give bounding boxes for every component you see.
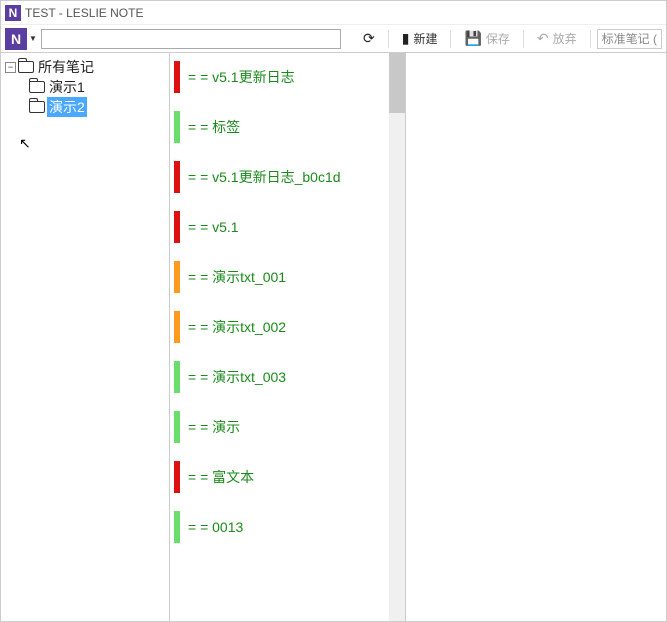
list-item[interactable]: = = 标签 xyxy=(174,111,401,143)
separator xyxy=(450,30,451,48)
color-bar xyxy=(174,361,180,393)
list-item-title: = = v5.1更新日志 xyxy=(188,67,295,87)
cursor-icon: ↖ xyxy=(19,135,31,152)
save-button[interactable]: 💾 保存 xyxy=(457,28,516,50)
list-item-title: = = v5.1 xyxy=(188,219,239,235)
folder-open-icon xyxy=(29,101,45,113)
refresh-button[interactable]: ⟳ xyxy=(356,28,382,50)
undo-icon: ↶ xyxy=(537,30,549,47)
color-bar xyxy=(174,211,180,243)
list-item-title: = = 演示 xyxy=(188,417,240,437)
tree-item-0[interactable]: 演示1 xyxy=(5,77,165,97)
scroll-thumb[interactable] xyxy=(389,53,405,113)
tree-root[interactable]: − 所有笔记 xyxy=(5,57,165,77)
color-bar xyxy=(174,311,180,343)
note-list: = = v5.1更新日志 = = 标签 = = v5.1更新日志_b0c1d = = … xyxy=(170,53,406,621)
tree-item-label: 演示2 xyxy=(47,97,87,117)
list-item-title: = = 演示txt_001 xyxy=(188,267,286,287)
folder-icon xyxy=(18,61,34,73)
toolbar: N▼ ⟳ ▮ 新建 💾 保存 ↶ 放弃 标准笔记 ( xyxy=(1,25,666,53)
color-bar xyxy=(174,161,180,193)
logo-dropdown-icon[interactable]: ▼ xyxy=(29,34,37,43)
list-item-title: = = 富文本 xyxy=(188,467,254,487)
list-item[interactable]: = = 演示 xyxy=(174,411,401,443)
tree-item-label: 演示1 xyxy=(47,77,87,97)
color-bar xyxy=(174,111,180,143)
list-item[interactable]: = = 演示txt_002 xyxy=(174,311,401,343)
refresh-icon: ⟳ xyxy=(363,30,375,47)
titlebar: N TEST - LESLIE NOTE xyxy=(1,1,666,25)
scrollbar[interactable] xyxy=(389,53,405,621)
color-bar xyxy=(174,411,180,443)
separator xyxy=(388,30,389,48)
new-button[interactable]: ▮ 新建 xyxy=(395,28,445,50)
list-item[interactable]: = = v5.1更新日志 xyxy=(174,61,401,93)
window-title: TEST - LESLIE NOTE xyxy=(25,6,143,20)
list-item[interactable]: = = v5.1更新日志_b0c1d xyxy=(174,161,401,193)
collapse-icon[interactable]: − xyxy=(5,62,16,73)
new-label: 新建 xyxy=(413,30,437,47)
list-item[interactable]: = = 演示txt_003 xyxy=(174,361,401,393)
app-icon: N xyxy=(5,5,21,21)
list-item-title: = = 标签 xyxy=(188,117,240,137)
list-item-title: = = 演示txt_003 xyxy=(188,367,286,387)
color-bar xyxy=(174,261,180,293)
list-item-title: = = 演示txt_002 xyxy=(188,317,286,337)
editor[interactable] xyxy=(406,53,666,621)
list-item-title: = = 0013 xyxy=(188,519,243,535)
color-bar xyxy=(174,511,180,543)
list-item[interactable]: = = v5.1 xyxy=(174,211,401,243)
search-input[interactable] xyxy=(41,29,341,49)
color-bar xyxy=(174,61,180,93)
file-icon: ▮ xyxy=(402,30,410,47)
save-label: 保存 xyxy=(486,30,510,47)
save-icon: 💾 xyxy=(464,30,481,47)
list-item[interactable]: = = 0013 xyxy=(174,511,401,543)
logo-icon[interactable]: N xyxy=(5,28,27,50)
separator xyxy=(523,30,524,48)
color-bar xyxy=(174,461,180,493)
tree-root-label: 所有笔记 xyxy=(36,57,96,77)
discard-label: 放弃 xyxy=(553,30,577,47)
discard-button[interactable]: ↶ 放弃 xyxy=(530,28,584,50)
list-item-title: = = v5.1更新日志_b0c1d xyxy=(188,167,341,187)
tree-item-1[interactable]: 演示2 xyxy=(5,97,165,117)
separator xyxy=(590,30,591,48)
list-item[interactable]: = = 演示txt_001 xyxy=(174,261,401,293)
note-type-select[interactable]: 标准笔记 ( xyxy=(597,29,662,49)
folder-tree: − 所有笔记 演示1 演示2 ↖ xyxy=(1,53,170,621)
folder-icon xyxy=(29,81,45,93)
list-item[interactable]: = = 富文本 xyxy=(174,461,401,493)
